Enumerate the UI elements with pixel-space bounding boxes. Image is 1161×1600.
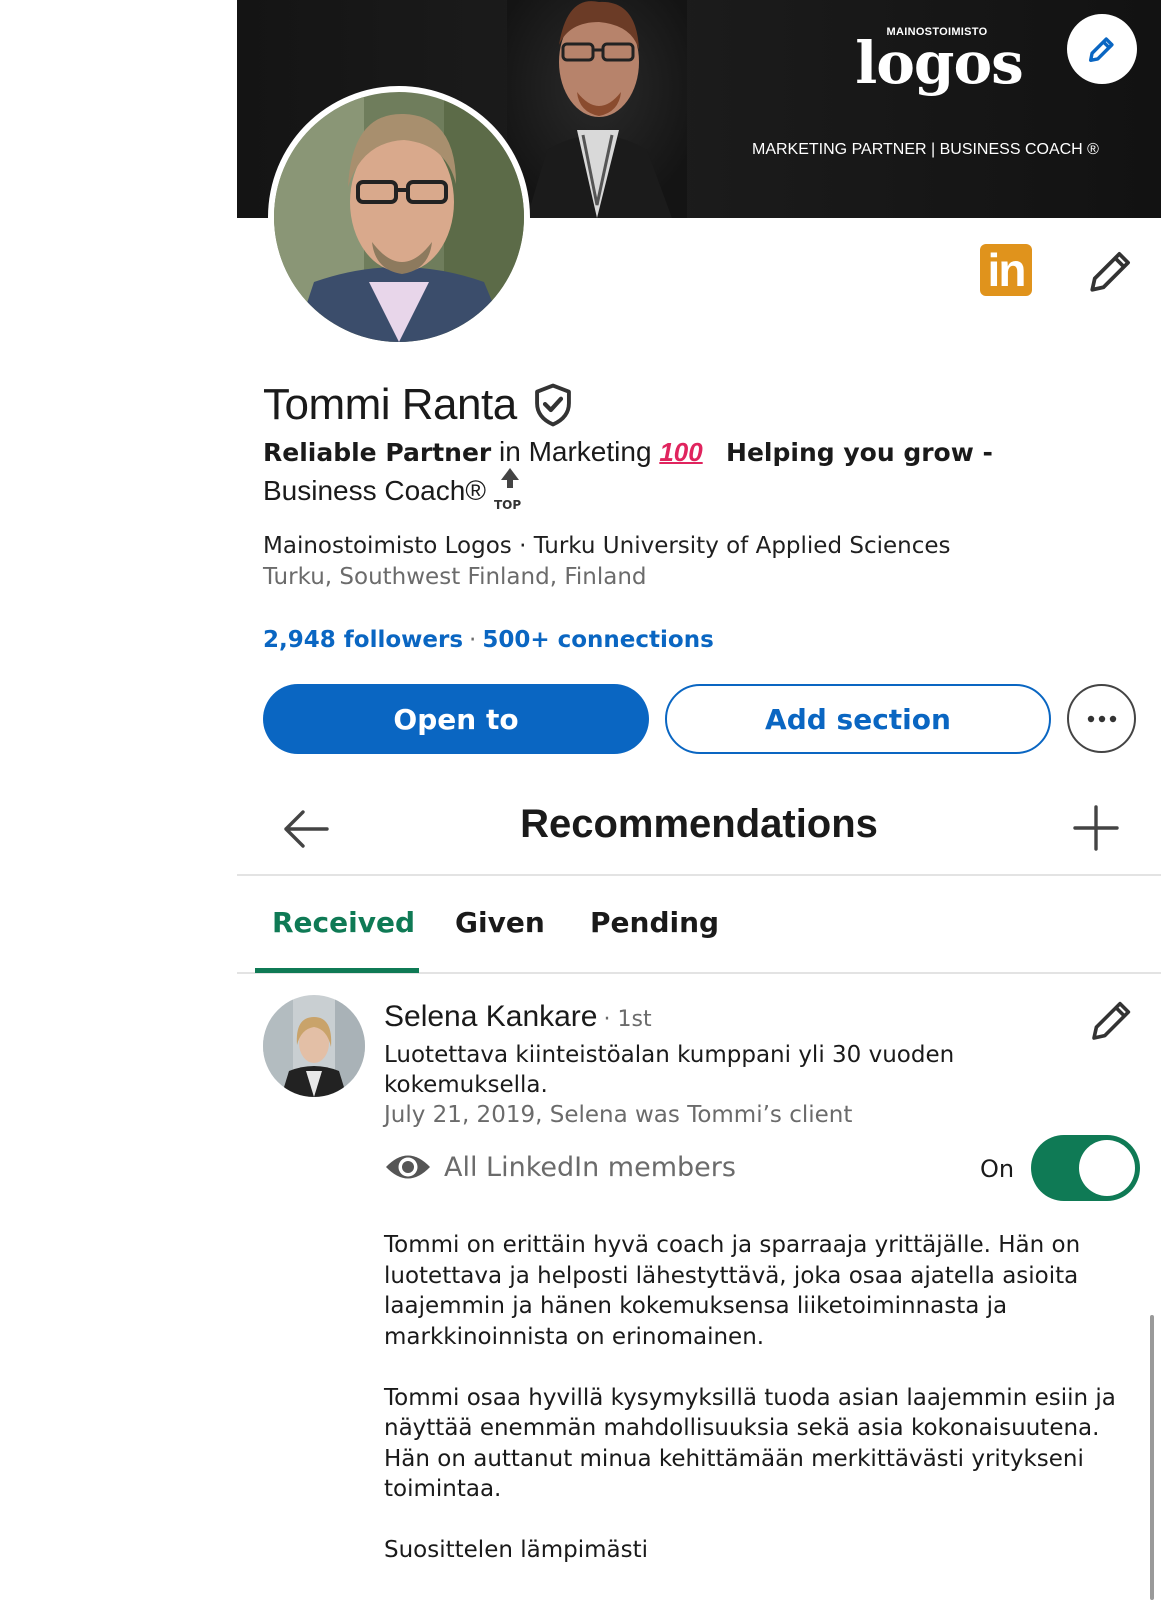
- eye-icon: [386, 1155, 430, 1179]
- recommendation-paragraph: Tommi on erittäin hyvä coach ja sparraaj…: [384, 1232, 1081, 1350]
- active-tab-indicator: [255, 968, 419, 973]
- recommendation-text: Tommi on erittäin hyvä coach ja sparraaj…: [384, 1230, 1124, 1596]
- more-options-button[interactable]: [1067, 684, 1136, 753]
- banner-tagline: MARKETING PARTNER | BUSINESS COACH ®: [752, 141, 1099, 158]
- banner-logo: logos: [855, 29, 1024, 97]
- profile-stats: 2,948 followers · 500+ connections: [263, 627, 714, 653]
- connection-degree: · 1st: [603, 1007, 652, 1032]
- profile-avatar[interactable]: [268, 86, 530, 348]
- recommender-name[interactable]: Selena Kankare: [384, 1000, 598, 1033]
- hundred-emoji-icon: 100: [659, 437, 703, 467]
- recommender-photo: [263, 995, 365, 1097]
- recommendations-tabs: Received Given Pending: [237, 878, 1161, 974]
- profile-name: Tommi Ranta: [263, 380, 517, 429]
- profile-headline: Reliable Partner in Marketing 100 Helpin…: [263, 434, 1023, 512]
- edit-recommendation-pencil-icon[interactable]: [1088, 996, 1136, 1044]
- tab-received[interactable]: Received: [272, 906, 415, 939]
- recommendation-paragraph: Tommi osaa hyvillä kysymyksillä tuoda as…: [384, 1384, 1116, 1503]
- recommender-avatar[interactable]: [263, 995, 365, 1097]
- verified-shield-icon[interactable]: [531, 382, 575, 428]
- banner-photo: [507, 0, 687, 218]
- add-icon[interactable]: [1072, 804, 1120, 852]
- ellipsis-icon: [1087, 715, 1116, 722]
- top-arrow-label: TOP: [493, 498, 522, 512]
- open-to-button[interactable]: Open to: [263, 684, 649, 754]
- recommender-headline: Luotettava kiinteistöalan kumppani yli 3…: [384, 1042, 955, 1098]
- edit-banner-button[interactable]: [1067, 14, 1137, 84]
- stats-separator: ·: [469, 627, 477, 653]
- edit-profile-pencil-icon[interactable]: [1086, 246, 1136, 296]
- profile-location: Turku, Southwest Finland, Finland: [263, 564, 647, 590]
- top-arrow-icon: TOP: [494, 468, 524, 512]
- connections-link[interactable]: 500+ connections: [482, 627, 713, 653]
- headline-text-1: in Marketing: [491, 436, 652, 467]
- headline-bold-2: Helping you grow -: [726, 438, 993, 467]
- visibility-toggle[interactable]: [1031, 1135, 1140, 1201]
- page-title: Recommendations: [520, 802, 878, 846]
- toggle-knob: [1079, 1140, 1135, 1196]
- recommendation-paragraph: Suosittelen lämpimästi: [384, 1537, 649, 1563]
- profile-company[interactable]: Mainostoimisto Logos · Turku University …: [263, 533, 951, 559]
- toggle-label: On: [980, 1155, 1015, 1183]
- visibility-setting[interactable]: All LinkedIn members: [384, 1150, 736, 1184]
- scrollbar[interactable]: [1150, 1315, 1154, 1600]
- headline-text-2: Business Coach®: [263, 475, 486, 506]
- recommendation-date: July 21, 2019, Selena was Tommi’s client: [384, 1102, 853, 1128]
- headline-bold-1: Reliable Partner: [263, 438, 492, 467]
- pencil-icon: [1088, 37, 1114, 63]
- tab-pending[interactable]: Pending: [590, 906, 719, 939]
- recommender-name-row: Selena Kankare · 1st: [384, 1000, 652, 1034]
- profile-photo: [274, 92, 524, 342]
- add-section-button[interactable]: Add section: [665, 684, 1051, 754]
- recommendations-header: Recommendations: [237, 790, 1161, 876]
- linkedin-badge-icon[interactable]: in: [980, 244, 1032, 296]
- followers-link[interactable]: 2,948 followers: [263, 627, 463, 653]
- visibility-label: All LinkedIn members: [444, 1151, 736, 1183]
- tab-given[interactable]: Given: [455, 906, 545, 939]
- profile-name-row: Tommi Ranta: [263, 380, 575, 430]
